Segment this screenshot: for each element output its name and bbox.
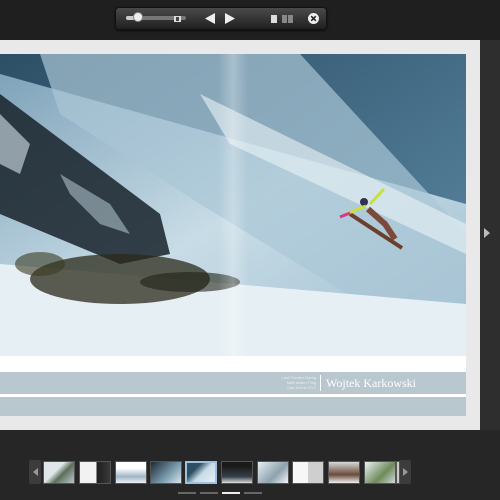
page-indicator[interactable]: [244, 492, 262, 494]
page-thumbnail[interactable]: [292, 461, 324, 484]
thumbnail-strip: [0, 430, 500, 500]
previous-page-button[interactable]: [202, 9, 218, 28]
top-bar: [0, 0, 500, 40]
magazine-spread[interactable]: Last Frontier Noreg Matt Walter Flag Mat…: [0, 54, 466, 416]
page-thumbnail[interactable]: [150, 461, 182, 484]
single-page-view-button[interactable]: [269, 9, 279, 28]
page-thumbnail-selected[interactable]: [185, 461, 217, 484]
page-thumbnail[interactable]: [257, 461, 289, 484]
fit-page-icon: [173, 15, 181, 22]
page-indicator[interactable]: [200, 492, 218, 494]
photo-credit-details: Last Frontier Noreg Matt Walter Flag Mat…: [256, 375, 316, 390]
close-button[interactable]: [306, 9, 320, 28]
chevron-right-icon: [402, 468, 408, 476]
thumbnails-prev-button[interactable]: [29, 460, 41, 484]
photographer-name: Wojtek Karkowski: [326, 376, 417, 390]
double-page-view-button[interactable]: [280, 9, 294, 28]
double-page-icon: [281, 14, 293, 23]
single-page-icon: [271, 14, 277, 23]
side-rail: [480, 40, 500, 430]
page-thumbnail[interactable]: [115, 461, 147, 484]
zoom-slider-knob[interactable]: [133, 12, 143, 22]
spine-shadow: [218, 54, 248, 416]
credit-divider: [320, 375, 321, 391]
page-indicator[interactable]: [178, 492, 196, 494]
page-thumbnail[interactable]: [79, 461, 111, 484]
bottom-band: [0, 397, 466, 416]
caption-band: Last Frontier Noreg Matt Walter Flag Mat…: [0, 372, 466, 394]
page-thumbnail[interactable]: [364, 461, 396, 484]
thumbnails-next-button[interactable]: [399, 460, 411, 484]
page-thumbnail-partial[interactable]: [396, 461, 400, 484]
fit-page-button[interactable]: [170, 9, 184, 28]
page-viewer: Last Frontier Noreg Matt Walter Flag Mat…: [0, 40, 480, 430]
close-icon: [307, 13, 319, 24]
next-page-icon: [225, 13, 235, 24]
page-thumbnail[interactable]: [221, 461, 253, 484]
previous-page-icon: [205, 13, 215, 24]
page-indicator-active[interactable]: [222, 492, 240, 494]
viewer-toolbar: [115, 7, 327, 30]
next-page-button[interactable]: [222, 9, 238, 28]
page-thumbnail[interactable]: [328, 461, 360, 484]
chevron-left-icon: [32, 468, 38, 476]
page-thumbnail[interactable]: [43, 461, 75, 484]
credit-line: Mat Jindra 2012: [287, 385, 316, 390]
next-page-arrow-icon[interactable]: [484, 228, 490, 238]
